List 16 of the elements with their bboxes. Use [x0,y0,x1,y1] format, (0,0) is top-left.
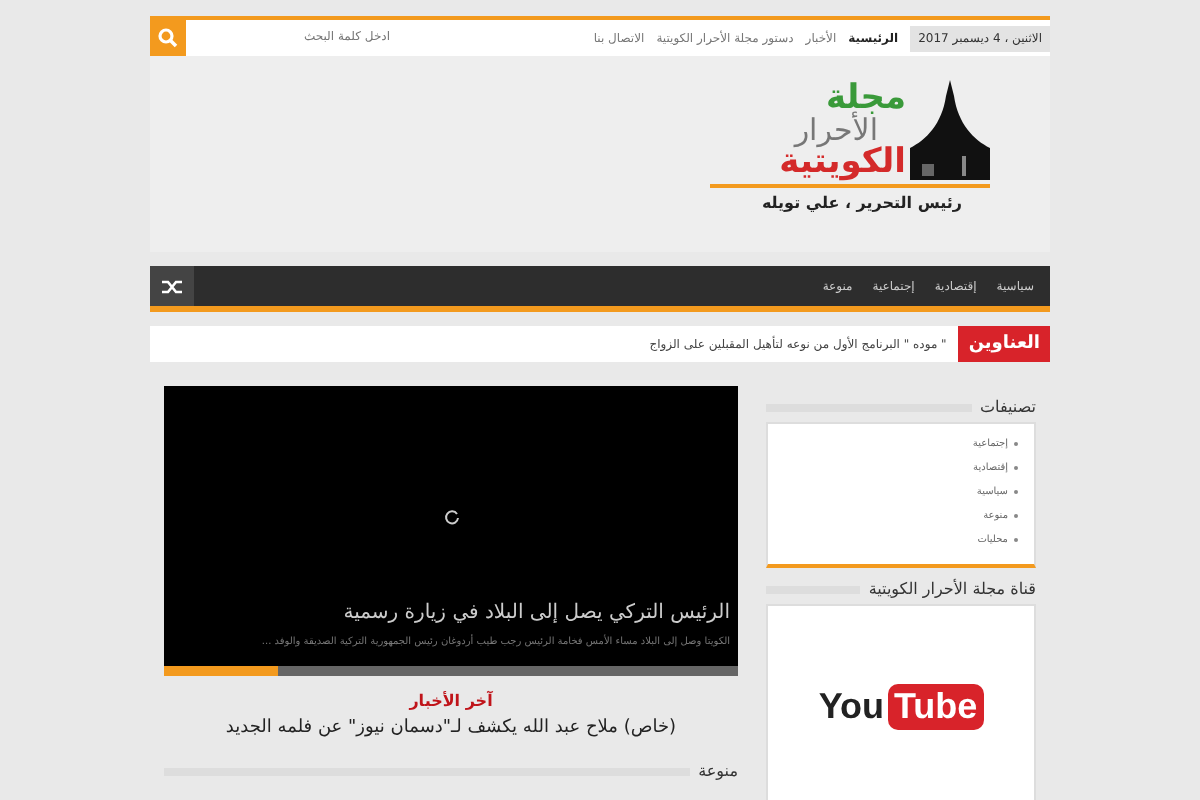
slide-title: الرئيس التركي يصل إلى البلاد في زيارة رسمية [343,601,730,623]
news-headline[interactable]: (خاص) ملاح عبد الله يكشف لـ"دسمان نيوز" عن فلمه الجديد [225,718,677,738]
loading-icon [444,510,460,526]
tent-drawing [910,76,990,180]
search-icon [158,28,178,48]
ticker-label: العناوين [958,326,1050,362]
section-title: آخر الأخبار [409,692,493,710]
logo-title: الأحرار [794,116,878,146]
widget-title: قناة مجلة الأحرار الكويتية [868,580,1036,598]
editor-label: رئيس التحرير ، علي تويله [761,194,962,212]
widget-title: تصنيفات [979,398,1036,416]
shuffle-icon [162,277,182,295]
logo-title: الكويتية [779,146,906,180]
logo-title: مجلة [825,82,906,116]
section-title: منوعة [698,762,738,780]
shuffle-button[interactable] [150,266,194,306]
